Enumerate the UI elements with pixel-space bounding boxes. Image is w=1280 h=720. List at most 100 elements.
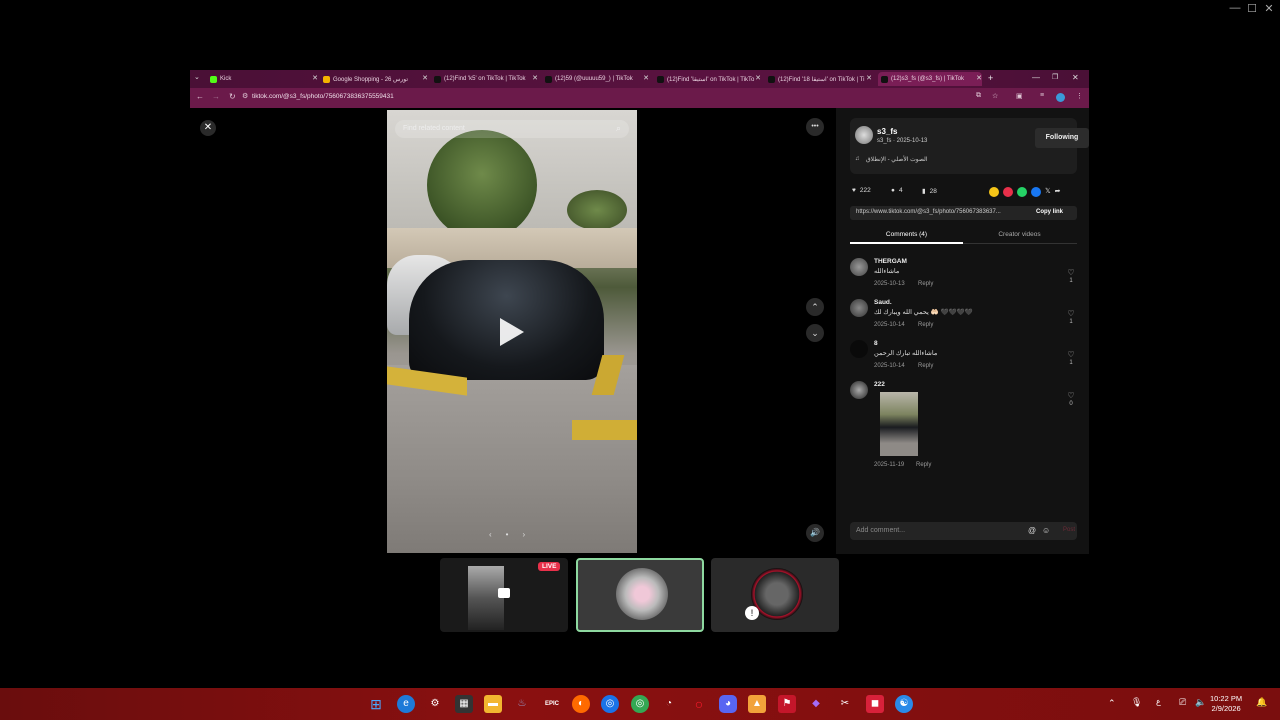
browser-menu-icon[interactable]: ⋮ (1076, 92, 1083, 100)
browser-minimize-icon[interactable]: — (1032, 73, 1040, 82)
commenter-avatar[interactable] (850, 258, 868, 276)
epic-games-icon[interactable]: EPIC (543, 695, 561, 713)
post-link[interactable]: https://www.tiktok.com/@s3_fs/photo/7560… (856, 209, 1001, 215)
tab-tiktok-k5[interactable]: (12)Find 'k5' on TikTok | TikTok ✕ (434, 72, 538, 86)
author-username[interactable]: s3_fs (877, 127, 897, 136)
comment-like-icon[interactable]: ♡ (1066, 350, 1076, 359)
tray-chevron-icon[interactable]: ⌃ (1108, 698, 1116, 709)
network-icon[interactable]: ⎚ (1179, 697, 1186, 708)
save-stat[interactable]: ▮ 28 (922, 187, 937, 196)
screenshot-icon[interactable]: ⧉ (976, 92, 981, 100)
firefox-icon[interactable]: ◐ (572, 695, 590, 713)
emoji-icon[interactable]: ☺ (1042, 526, 1050, 535)
app-red-icon[interactable]: ⚑ (778, 695, 796, 713)
live-stream-thumb[interactable]: LIVE (440, 558, 568, 632)
steam-icon[interactable]: ♨ (513, 695, 531, 713)
reply-button[interactable]: Reply (918, 281, 933, 287)
post-comment-button[interactable]: Post (1063, 527, 1075, 533)
vlc-icon[interactable]: ▲ (748, 695, 766, 713)
commenter-name[interactable]: 222 (874, 381, 885, 388)
reload-icon[interactable]: ↻ (229, 92, 236, 101)
mic-icon[interactable]: 🎙 (1131, 697, 1142, 708)
selected-thumb[interactable] (576, 558, 704, 632)
close-tab-icon[interactable]: ✕ (643, 74, 649, 82)
like-stat[interactable]: ♥ 222 (852, 187, 871, 194)
author-avatar[interactable] (855, 126, 873, 144)
extensions-icon[interactable]: ▣ (1016, 92, 1023, 100)
commenter-avatar[interactable] (850, 299, 868, 317)
copy-link-button[interactable]: Copy link (1036, 209, 1063, 215)
music-label[interactable]: الصوت الأصلي - الإنطلاق (866, 156, 928, 163)
tab-tiktok-s3fs[interactable]: (12)s3_fs (@s3_fs) | TikTok ✕ (878, 72, 982, 86)
close-tab-icon[interactable]: ✕ (312, 74, 318, 82)
commenter-avatar[interactable] (850, 340, 868, 358)
snapchat-share-icon[interactable] (989, 187, 999, 197)
share-arrow-icon[interactable]: ➦ (1055, 187, 1061, 197)
reply-button[interactable]: Reply (916, 462, 931, 468)
forward-icon[interactable]: → (212, 92, 220, 101)
facebook-share-icon[interactable] (1031, 187, 1041, 197)
sidebar-icon[interactable]: ≡ (1040, 92, 1044, 99)
tab-tiktok-59[interactable]: (12)59 (@uuuuu59_) | TikTok ✕ (545, 72, 649, 86)
close-viewer-button[interactable]: ✕ (200, 120, 216, 136)
comment-stat[interactable]: ● 4 (891, 187, 903, 194)
more-options-button[interactable]: ••• (806, 118, 824, 136)
profile-thumb[interactable]: ! (711, 558, 839, 632)
discord-icon[interactable]: ◕ (719, 695, 737, 713)
carousel-indicator[interactable]: ‹•› (489, 530, 539, 539)
comment-like-icon[interactable]: ♡ (1066, 391, 1076, 400)
notification-bell-icon[interactable]: 🔔 (1256, 697, 1267, 708)
tab-comments[interactable]: Comments (4) (850, 231, 963, 244)
close-tab-icon[interactable]: ✕ (755, 74, 761, 82)
close-tab-icon[interactable]: ✕ (422, 74, 428, 82)
file-explorer-icon[interactable]: ▬ (484, 695, 502, 713)
clock[interactable]: 10:22 PM 2/9/2026 (1210, 694, 1242, 714)
opera-icon[interactable]: ○ (690, 695, 708, 713)
chrome-alt-icon[interactable]: ◎ (631, 695, 649, 713)
browser-maximize-icon[interactable]: ❐ (1052, 73, 1058, 81)
settings-gear-icon[interactable]: ⚙ (426, 695, 444, 713)
mention-icon[interactable]: @ (1028, 526, 1036, 535)
language-icon[interactable]: ع (1156, 697, 1161, 706)
profile-avatar[interactable] (1056, 93, 1065, 102)
photo-media[interactable]: Find related content ⌕ ‹•› (387, 110, 637, 553)
new-tab-button[interactable]: + (988, 73, 993, 83)
following-button[interactable]: Following (1035, 128, 1089, 148)
reply-button[interactable]: Reply (918, 363, 933, 369)
site-info-icon[interactable]: ⚙ (242, 92, 248, 100)
commenter-name[interactable]: THERGAM (874, 258, 907, 265)
browser-close-icon[interactable]: ✕ (1072, 73, 1079, 82)
commenter-name[interactable]: 8 (874, 340, 878, 347)
commenter-avatar[interactable] (850, 381, 868, 399)
tab-kick[interactable]: Kick ✕ (210, 72, 318, 86)
related-search-input[interactable]: Find related content ⌕ (395, 120, 629, 138)
url-field[interactable]: tiktok.com/@s3_fs/photo/7560673836375559… (252, 93, 394, 100)
close-tab-icon[interactable]: ✕ (866, 74, 872, 82)
next-arrow-icon[interactable]: ⌄ (806, 324, 824, 342)
previous-arrow-icon[interactable]: ⌃ (806, 298, 824, 316)
close-tab-icon[interactable]: ✕ (532, 74, 538, 82)
edge-icon[interactable]: e (397, 695, 415, 713)
reply-button[interactable]: Reply (918, 322, 933, 328)
x-share-icon[interactable]: 𝕏 (1045, 187, 1051, 197)
github-icon[interactable]: ◔ (660, 695, 678, 713)
add-comment-input[interactable]: Add comment... @ ☺ (850, 522, 1077, 540)
whatsapp-share-icon[interactable] (1017, 187, 1027, 197)
tiktok-share-icon[interactable] (1003, 187, 1013, 197)
app-chat-icon[interactable]: ◼ (866, 695, 884, 713)
tab-google-shopping[interactable]: Google Shopping - 26 تورس ✕ (323, 72, 428, 86)
close-window-icon[interactable]: ✕ (1259, 2, 1279, 15)
comment-image[interactable] (880, 392, 918, 456)
search-icon[interactable]: ⌕ (616, 123, 621, 134)
capcut-icon[interactable]: ✂ (836, 695, 854, 713)
windows-start-icon[interactable]: ⊞ (367, 695, 385, 713)
play-icon[interactable] (500, 318, 524, 346)
app-purple-icon[interactable]: ◆ (807, 695, 825, 713)
speaker-icon[interactable]: 🔈 (1195, 697, 1206, 708)
back-icon[interactable]: ← (196, 92, 204, 101)
store-icon[interactable]: ▦ (455, 695, 473, 713)
close-tab-icon[interactable]: ✕ (976, 74, 982, 82)
tab-menu-icon[interactable]: ⌄ (194, 73, 204, 84)
commenter-name[interactable]: Saud. (874, 299, 892, 306)
tab-creator-videos[interactable]: Creator videos (963, 231, 1076, 238)
